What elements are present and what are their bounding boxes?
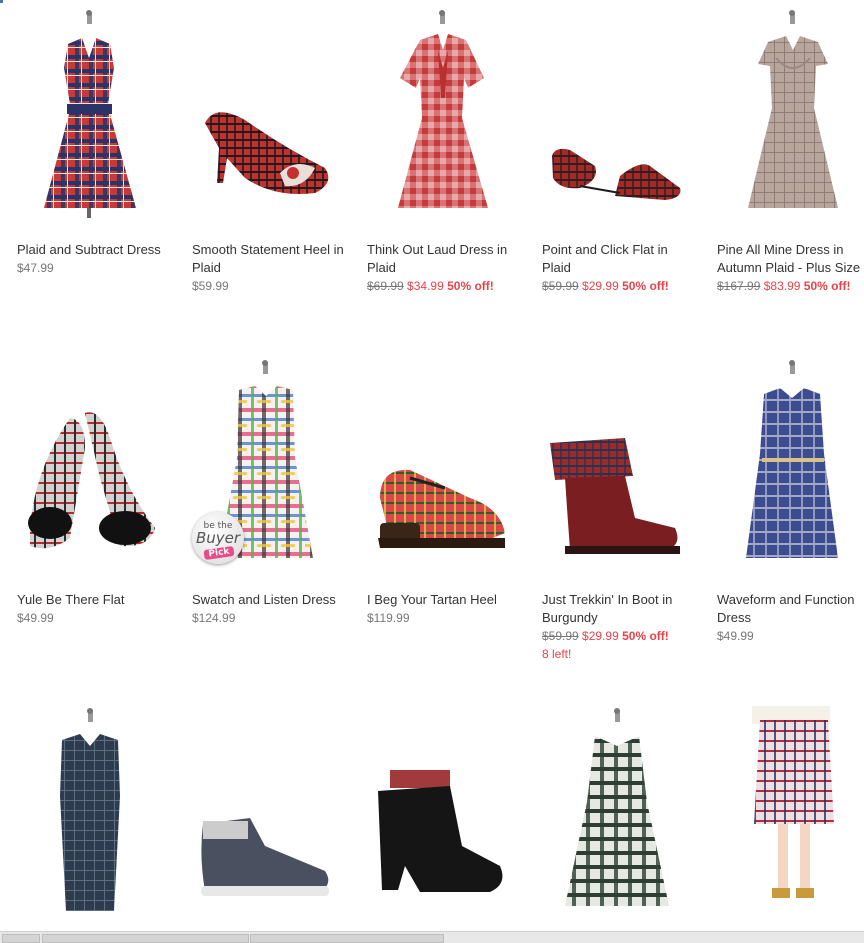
original-price: $59.99 [542,279,579,293]
sale-price: $83.99 [763,279,801,293]
sale-price: $29.99 [582,279,619,293]
product-image[interactable] [350,358,525,573]
sale-price: $29.99 [582,629,619,643]
product-info: Pine All Mine Dress in Autumn Plaid - Pl… [717,241,864,295]
product-info: Think Out Laud Dress in Plaid $69.99 $34… [367,241,525,295]
product-info: Waveform and Function Dress $49.99 [717,591,864,645]
product-name[interactable]: Plaid and Subtract Dress [17,241,175,259]
product-price: $47.99 [17,261,54,275]
product-info: Plaid and Subtract Dress $47.99 [17,241,175,277]
product-image[interactable] [350,8,525,223]
product-name[interactable]: Yule Be There Flat [17,591,175,609]
discount-label: 50% off! [447,279,494,293]
product-image[interactable] [0,706,175,921]
product-image[interactable] [0,8,175,223]
discount-label: 50% off! [622,279,669,293]
product-name[interactable]: Point and Click Flat in Plaid [542,241,700,277]
product-name[interactable]: I Beg Your Tartan Heel [367,591,525,609]
product-image[interactable] [525,706,700,921]
product-name[interactable]: Just Trekkin' In Boot in Burgundy [542,591,700,627]
product-info: Smooth Statement Heel in Plaid $59.99 [192,241,350,295]
product-price: $49.99 [17,611,54,625]
discount-label: 50% off! [622,629,669,643]
product-image[interactable] [0,358,175,573]
product-name[interactable]: Think Out Laud Dress in Plaid [367,241,525,277]
product-price: $124.99 [192,611,236,625]
product-image[interactable] [700,358,864,573]
product-image[interactable] [525,8,700,223]
product-price: $59.99 $29.99 50% off! [542,627,700,645]
product-image[interactable] [350,706,525,921]
product-info: Yule Be There Flat $49.99 [17,591,175,627]
product-image[interactable] [700,8,864,223]
original-price: $59.99 [542,629,579,643]
product-name[interactable]: Smooth Statement Heel in Plaid [192,241,350,277]
badge-line-3: Pick [203,545,235,561]
product-image[interactable] [175,706,350,921]
original-price: $69.99 [367,279,404,293]
buyer-pick-badge: be the Buyer Pick [192,512,244,564]
product-info: Point and Click Flat in Plaid $59.99 $29… [542,241,700,295]
product-price: $167.99 $83.99 50% off! [717,277,864,295]
product-price: $119.99 [367,611,410,625]
product-image[interactable] [700,706,864,921]
horizontal-scrollbar[interactable] [0,931,864,943]
product-info: Swatch and Listen Dress $124.99 [192,591,350,627]
corner-artifact [0,0,3,3]
product-image[interactable] [525,358,700,573]
discount-label: 50% off! [803,279,851,293]
product-info: I Beg Your Tartan Heel $119.99 [367,591,525,627]
product-price: $59.99 $29.99 50% off! [542,277,700,295]
product-name[interactable]: Waveform and Function Dress [717,591,864,627]
product-price: $49.99 [717,629,754,643]
product-name[interactable]: Swatch and Listen Dress [192,591,350,609]
product-price: $69.99 $34.99 50% off! [367,277,525,295]
badge-line-2: Buyer [195,529,241,547]
sale-price: $34.99 [407,279,444,293]
product-price: $59.99 [192,279,229,293]
product-name[interactable]: Pine All Mine Dress in Autumn Plaid - Pl… [717,241,864,277]
stock-notice: 8 left! [542,647,572,661]
original-price: $167.99 [717,279,761,293]
product-info: Just Trekkin' In Boot in Burgundy $59.99… [542,591,700,663]
product-image[interactable] [175,8,350,223]
